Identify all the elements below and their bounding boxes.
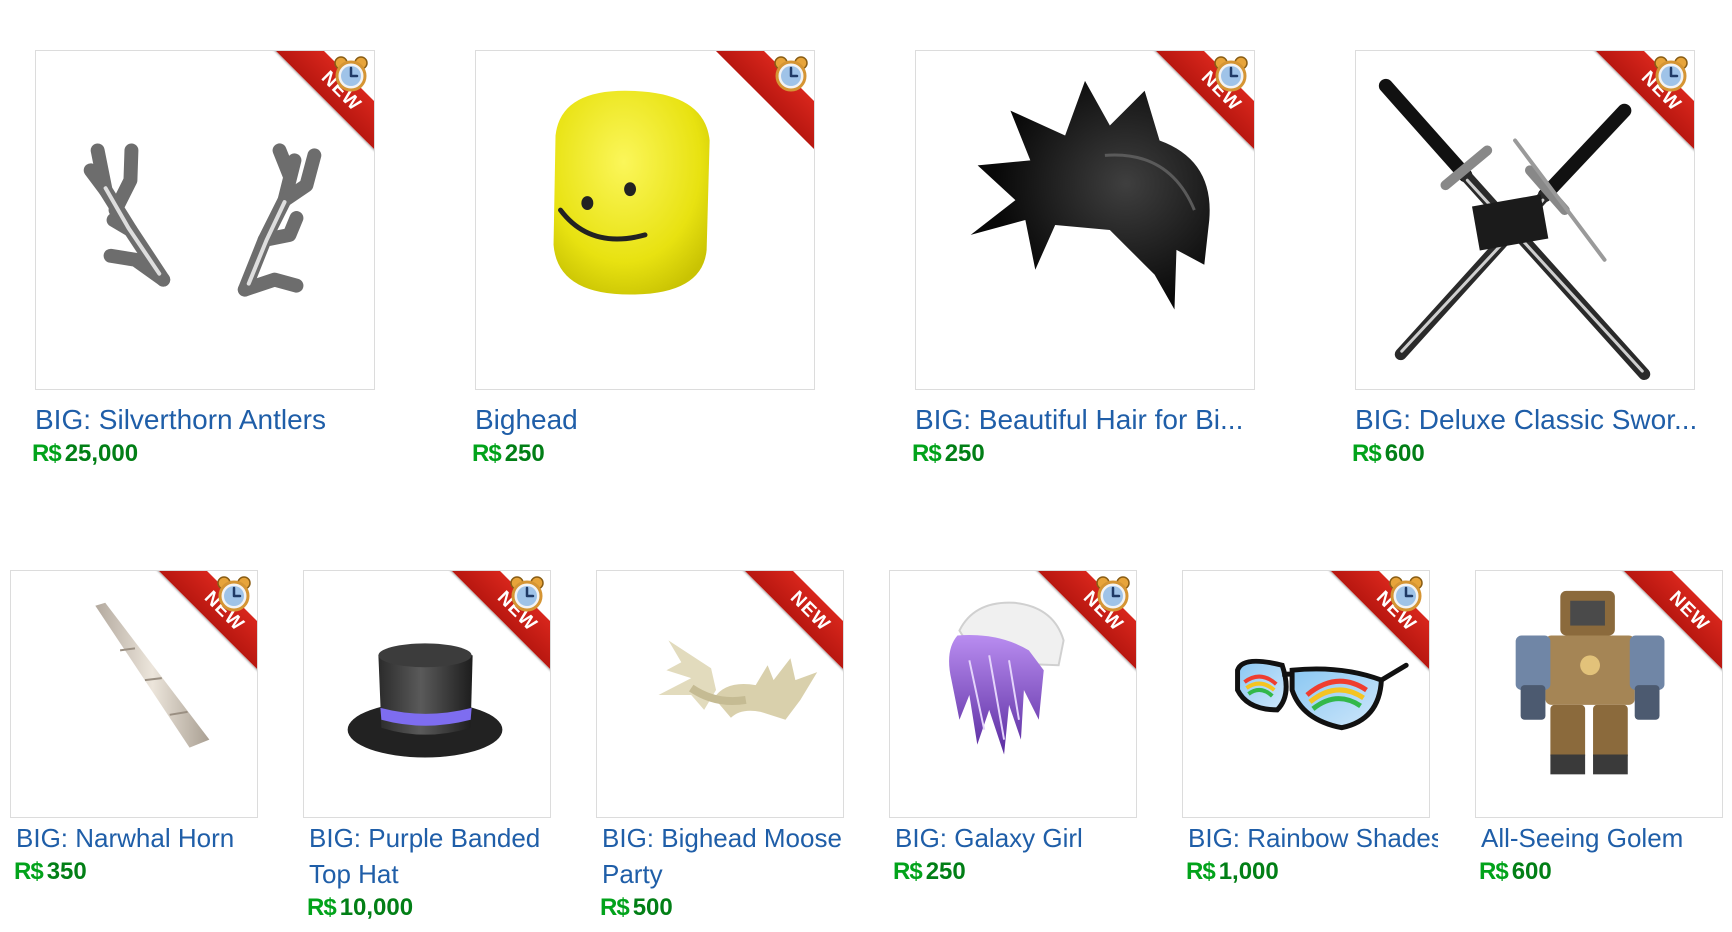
item-thumbnail[interactable]: NEW (10, 570, 258, 818)
robux-icon: R$ (893, 858, 923, 885)
item-thumbnail[interactable]: NEW (1475, 570, 1723, 818)
item-thumbnail[interactable]: NEW (303, 570, 551, 818)
item-price: R$ 250 (912, 440, 985, 468)
robux-icon: R$ (472, 440, 502, 467)
item-price: R$ 25,000 (32, 440, 138, 468)
item-name-link[interactable]: BIG: Narwhal Horn (16, 820, 266, 856)
item-thumbnail[interactable]: NEW (1182, 570, 1430, 818)
item-price: R$ 500 (600, 894, 673, 922)
alarm-clock-icon (1389, 576, 1423, 612)
item-name-line-2: Party (602, 859, 663, 889)
price-amount: 250 (504, 440, 545, 467)
item-name-link[interactable]: Bighead (475, 402, 815, 438)
item-name-link[interactable]: BIG: Bighead Moose Party (602, 820, 852, 892)
robux-icon: R$ (1479, 858, 1509, 885)
item-price: R$ 600 (1352, 440, 1425, 468)
antlers-image (83, 143, 322, 297)
yellow-head-image (553, 90, 710, 295)
alarm-clock-icon (1096, 576, 1130, 612)
item-price: R$ 250 (472, 440, 545, 468)
item-name-link[interactable]: BIG: Rainbow Shades (1188, 820, 1438, 856)
robux-icon: R$ (307, 894, 337, 921)
item-name-line-1: BIG: Bighead Moose (602, 823, 842, 853)
alarm-clock-icon (510, 576, 544, 612)
price-amount: 350 (46, 858, 87, 885)
moose-antlers-image (658, 640, 818, 720)
item-thumbnail[interactable]: NEW (35, 50, 375, 390)
item-name-link[interactable]: BIG: Galaxy Girl (895, 820, 1145, 856)
robux-icon: R$ (14, 858, 44, 885)
item-thumbnail[interactable]: NEW (889, 570, 1137, 818)
price-amount: 500 (632, 894, 673, 921)
item-name-line-1: BIG: Purple Banded (309, 823, 541, 853)
item-name-link[interactable]: All-Seeing Golem (1481, 820, 1731, 856)
price-amount: 250 (944, 440, 985, 467)
alarm-clock-icon (774, 56, 808, 92)
item-price: R$ 350 (14, 858, 87, 886)
item-name-link[interactable]: BIG: Silverthorn Antlers (35, 402, 375, 438)
item-name-link[interactable]: BIG: Purple Banded Top Hat (309, 820, 559, 892)
alarm-clock-icon (334, 56, 368, 92)
item-name-line-2: Top Hat (309, 859, 399, 889)
price-amount: 1,000 (1218, 858, 1279, 885)
item-thumbnail[interactable]: NEW (915, 50, 1255, 390)
item-price: R$ 250 (893, 858, 966, 886)
alarm-clock-icon (1214, 56, 1248, 92)
robux-icon: R$ (1352, 440, 1382, 467)
robux-icon: R$ (1186, 858, 1216, 885)
robux-icon: R$ (600, 894, 630, 921)
item-price: R$ 10,000 (307, 894, 413, 922)
alarm-clock-icon (1654, 56, 1688, 92)
robux-icon: R$ (912, 440, 942, 467)
price-amount: 10,000 (339, 894, 414, 921)
price-amount: 600 (1511, 858, 1552, 885)
golem-image (1515, 590, 1665, 775)
item-thumbnail[interactable]: ​ (475, 50, 815, 390)
item-thumbnail[interactable]: NEW (596, 570, 844, 818)
item-thumbnail[interactable]: NEW (1355, 50, 1695, 390)
crossed-swords-image (1378, 78, 1651, 381)
item-price: R$ 1,000 (1186, 858, 1279, 886)
price-amount: 25,000 (64, 440, 139, 467)
price-amount: 600 (1384, 440, 1425, 467)
alarm-clock-icon (217, 576, 251, 612)
item-price: R$ 600 (1479, 858, 1552, 886)
item-name-link[interactable]: BIG: Deluxe Classic Swor... (1355, 402, 1700, 438)
robux-icon: R$ (32, 440, 62, 467)
price-amount: 250 (925, 858, 966, 885)
black-hair-image (970, 80, 1210, 310)
item-name-link[interactable]: BIG: Beautiful Hair for Bi... (915, 402, 1260, 438)
